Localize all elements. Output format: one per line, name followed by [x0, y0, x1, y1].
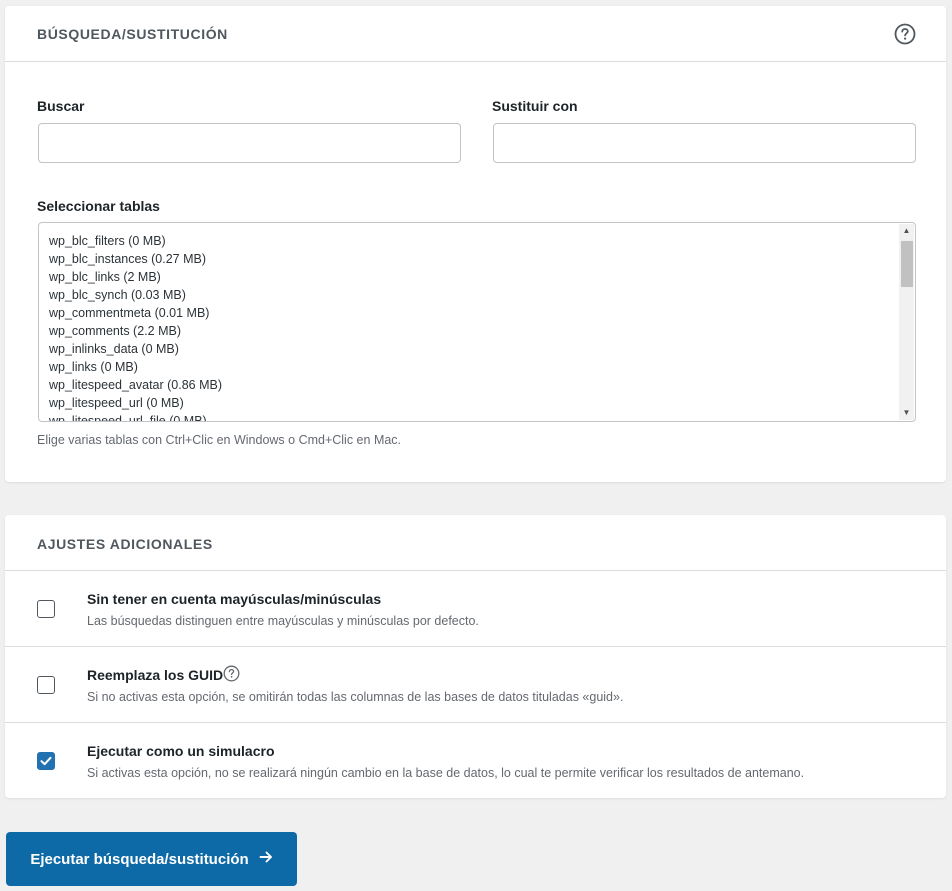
- search-label: Buscar: [37, 98, 85, 114]
- additional-settings-header: AJUSTES ADICIONALES: [5, 515, 946, 571]
- scroll-up-icon[interactable]: ▲: [899, 224, 914, 238]
- option-title: Reemplaza los GUID: [87, 667, 224, 683]
- search-input[interactable]: [38, 123, 461, 163]
- table-option[interactable]: wp_links (0 MB): [49, 358, 895, 376]
- table-option[interactable]: wp_blc_links (2 MB): [49, 268, 895, 286]
- tables-options: wp_blc_filters (0 MB) wp_blc_instances (…: [49, 232, 895, 421]
- option-title: Ejecutar como un simulacro: [87, 743, 275, 759]
- question-circle-icon[interactable]: [223, 665, 240, 682]
- search-replace-panel: BÚSQUEDA/SUSTITUCIÓN Buscar Sustituir co…: [5, 6, 946, 482]
- question-circle-icon[interactable]: [894, 23, 916, 45]
- option-title: Sin tener en cuenta mayúsculas/minúscula…: [87, 591, 382, 607]
- table-option[interactable]: wp_litespeed_url_file (0 MB): [49, 412, 895, 421]
- option-case-insensitive: Sin tener en cuenta mayúsculas/minúscula…: [5, 570, 946, 646]
- option-description: Si no activas esta opción, se omitirán t…: [87, 690, 624, 704]
- table-option[interactable]: wp_blc_filters (0 MB): [49, 232, 895, 250]
- option-replace-guids: Reemplaza los GUID Si no activas esta op…: [5, 646, 946, 722]
- run-button-label: Ejecutar búsqueda/sustitución: [30, 850, 249, 868]
- table-option[interactable]: wp_inlinks_data (0 MB): [49, 340, 895, 358]
- tables-scrollbar[interactable]: ▲ ▼: [899, 224, 914, 420]
- option-dry-run: Ejecutar como un simulacro Si activas es…: [5, 722, 946, 798]
- dry-run-checkbox[interactable]: [37, 752, 55, 770]
- additional-settings-panel: AJUSTES ADICIONALES Sin tener en cuenta …: [5, 515, 946, 798]
- tables-hint: Elige varias tablas con Ctrl+Clic en Win…: [37, 433, 402, 447]
- run-search-replace-button[interactable]: Ejecutar búsqueda/sustitución: [6, 832, 297, 886]
- search-replace-header: BÚSQUEDA/SUSTITUCIÓN: [5, 6, 946, 62]
- replace-guids-checkbox[interactable]: [37, 676, 55, 694]
- table-option[interactable]: wp_blc_instances (0.27 MB): [49, 250, 895, 268]
- table-option[interactable]: wp_comments (2.2 MB): [49, 322, 895, 340]
- checkmark-icon: [40, 756, 52, 766]
- arrow-right-icon: [259, 850, 273, 868]
- scroll-thumb[interactable]: [901, 241, 913, 287]
- tables-select[interactable]: wp_blc_filters (0 MB) wp_blc_instances (…: [38, 222, 916, 422]
- option-description: Si activas esta opción, no se realizará …: [87, 766, 805, 780]
- replace-label: Sustituir con: [492, 98, 578, 114]
- case-insensitive-checkbox[interactable]: [37, 600, 55, 618]
- table-option[interactable]: wp_litespeed_avatar (0.86 MB): [49, 376, 895, 394]
- table-option[interactable]: wp_litespeed_url (0 MB): [49, 394, 895, 412]
- replace-input[interactable]: [493, 123, 916, 163]
- scroll-down-icon[interactable]: ▼: [899, 406, 914, 420]
- table-option[interactable]: wp_commentmeta (0.01 MB): [49, 304, 895, 322]
- search-replace-title: BÚSQUEDA/SUSTITUCIÓN: [37, 26, 228, 42]
- table-option[interactable]: wp_blc_synch (0.03 MB): [49, 286, 895, 304]
- tables-label: Seleccionar tablas: [37, 198, 160, 214]
- option-description: Las búsquedas distinguen entre mayúscula…: [87, 614, 479, 628]
- additional-settings-title: AJUSTES ADICIONALES: [37, 536, 213, 552]
